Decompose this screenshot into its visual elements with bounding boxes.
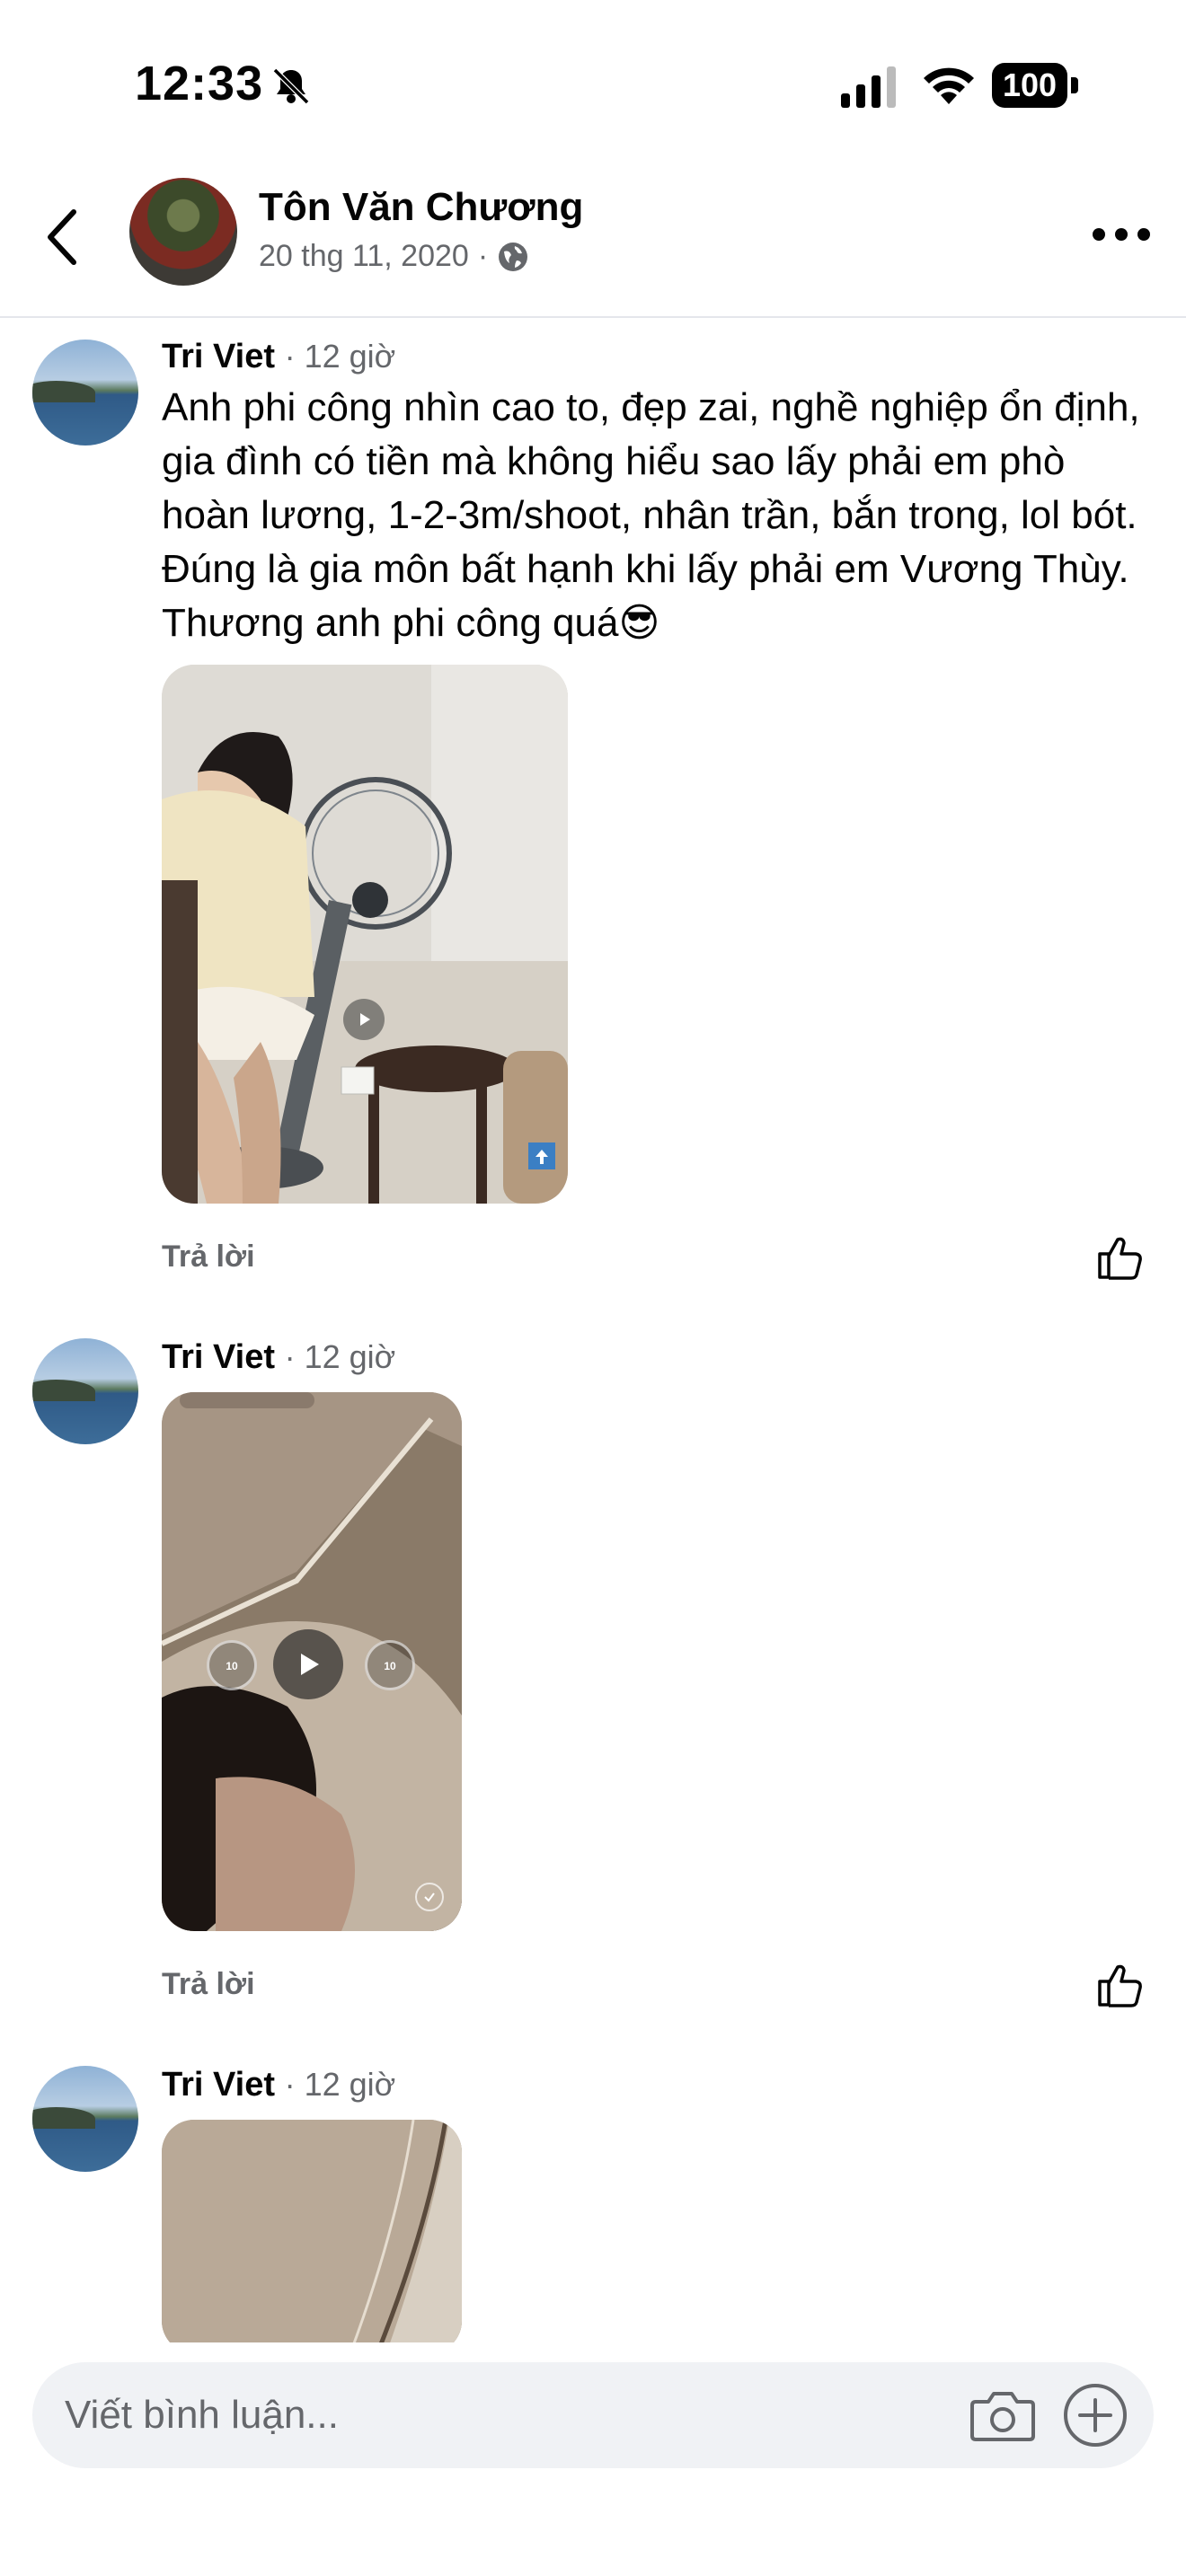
more-options-icon[interactable] [1093, 219, 1150, 246]
camera-icon[interactable] [970, 2387, 1035, 2443]
battery-icon: 100 [992, 63, 1078, 108]
author-avatar[interactable] [129, 178, 237, 286]
globe-icon [499, 242, 528, 271]
reply-button[interactable]: Trả lời [162, 1239, 255, 1275]
video-frame [162, 2120, 462, 2353]
play-icon[interactable] [273, 1629, 343, 1699]
comment-header: Tri Viet · 12 giờ [162, 2066, 395, 2104]
cellular-signal-icon [841, 66, 896, 108]
author-name[interactable]: Tôn Văn Chương [259, 185, 583, 230]
commenter-name[interactable]: Tri Viet [162, 338, 275, 375]
meta-separator: · [477, 239, 489, 273]
status-bar: 12:33 100 [0, 0, 1186, 162]
status-time: 12:33 [135, 57, 264, 110]
add-circle-icon[interactable] [1062, 2382, 1128, 2448]
commenter-avatar[interactable] [32, 1338, 138, 1444]
commenter-avatar[interactable] [32, 2066, 138, 2172]
comment-video-thumbnail[interactable] [162, 665, 568, 1204]
comment-header: Tri Viet · 12 giờ [162, 1338, 395, 1377]
rewind-10-icon[interactable]: 10 [207, 1640, 257, 1690]
comment-time: · 12 giờ [284, 2066, 396, 2103]
back-arrow-icon[interactable] [36, 201, 90, 273]
commenter-avatar[interactable] [32, 340, 138, 446]
battery-level: 100 [992, 63, 1067, 108]
comment-text: Anh phi công nhìn cao to, đẹp zai, nghề … [162, 385, 1140, 645]
comment-input-placeholder: Viết bình luận... [65, 2393, 339, 2437]
bell-muted-icon [272, 67, 310, 105]
post-header: Tôn Văn Chương 20 thg 11, 2020 · [0, 162, 1186, 318]
post-meta: 20 thg 11, 2020 · [259, 239, 529, 274]
play-icon[interactable] [343, 999, 385, 1040]
wifi-icon [924, 67, 974, 104]
comment-time: · 12 giờ [284, 338, 396, 375]
video-frame [162, 665, 568, 1204]
svg-text:10: 10 [384, 1660, 396, 1672]
check-icon [415, 1883, 444, 1911]
reply-button[interactable]: Trả lời [162, 1967, 255, 2002]
comment-video-thumbnail[interactable]: 10 10 [162, 1392, 462, 1931]
commenter-name[interactable]: Tri Viet [162, 1338, 275, 1376]
like-icon[interactable] [1096, 1234, 1143, 1281]
comment-time: · 12 giờ [284, 1338, 396, 1375]
post-date: 20 thg 11, 2020 [259, 239, 469, 273]
comment-video-thumbnail[interactable] [162, 2120, 462, 2353]
forward-10-icon[interactable]: 10 [365, 1640, 415, 1690]
svg-text:10: 10 [226, 1660, 238, 1672]
like-icon[interactable] [1096, 1962, 1143, 2008]
comment-header: Tri Viet · 12 giờ [162, 338, 395, 376]
commenter-name[interactable]: Tri Viet [162, 2066, 275, 2104]
